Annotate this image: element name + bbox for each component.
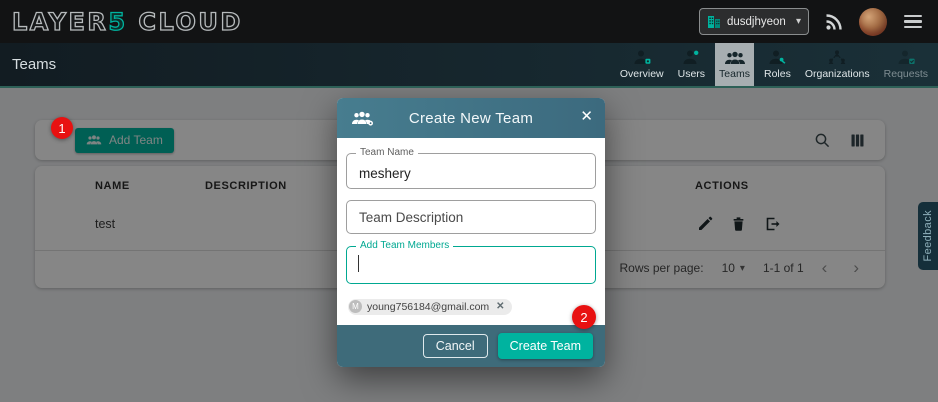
app-window: LAYER5 CLOUD dusdjhyeon ▾ Teams Overview [0,0,938,402]
text-cursor [358,255,359,272]
add-team-members-label: Add Team Members [356,240,453,251]
nav-item-organizations[interactable]: Organizations [801,43,874,86]
org-switcher-dropdown[interactable]: dusdjhyeon ▾ [699,8,809,35]
modal-body: Team Name meshery Team Description Add T… [337,138,605,325]
nav-item-overview[interactable]: Overview [616,43,668,86]
org-switcher-value: dusdjhyeon [727,16,790,28]
add-team-members-field[interactable]: Add Team Members [346,246,596,284]
chip-avatar: M [349,300,362,313]
chevron-down-icon: ▾ [796,16,801,27]
modal-footer: Cancel Create Team [337,325,605,367]
top-bar: LAYER5 CLOUD dusdjhyeon ▾ [0,0,938,43]
modal-title: Create New Team [337,110,605,127]
chip-remove-icon[interactable]: ✕ [494,301,504,312]
layer5-cloud-logo: LAYER5 CLOUD [12,8,243,36]
nav-label: Users [678,68,705,80]
nav-item-users[interactable]: Users [674,43,709,86]
modal-header: Create New Team ✕ [337,98,605,138]
step-2-annotation-badge: 2 [572,305,596,329]
broadcast-icon[interactable] [824,12,844,32]
building-icon [707,14,721,29]
page-title: Teams [0,56,56,73]
requests-person-check-icon [896,49,916,66]
create-team-button[interactable]: Create Team [498,333,593,359]
create-new-team-modal: Create New Team ✕ Team Name meshery Team… [337,98,605,367]
nav-item-roles[interactable]: Roles [760,43,795,86]
nav-item-teams[interactable]: Teams [715,43,754,86]
team-name-value: meshery [347,154,595,181]
close-icon[interactable]: ✕ [580,107,593,125]
nav-label: Roles [764,68,791,80]
logo-layer-text: LAYER [12,8,108,36]
team-description-placeholder: Team Description [347,201,595,225]
nav-items: Overview Users Teams Roles Organizations… [616,43,938,86]
nav-label: Overview [620,68,664,80]
nav-item-requests[interactable]: Requests [880,43,932,86]
feedback-label: Feedback [922,210,934,262]
nav-label: Requests [884,68,928,80]
logo-five-text: 5 [108,8,127,36]
secondary-nav-bar: Teams Overview Users Teams Roles Organiz… [0,43,938,88]
users-icon [681,49,701,66]
teams-group-icon [724,50,746,66]
user-avatar[interactable] [859,8,887,36]
team-name-label: Team Name [356,147,418,158]
roles-person-key-icon [767,49,787,66]
nav-label: Organizations [805,68,870,80]
top-bar-right: dusdjhyeon ▾ [699,8,924,36]
overview-person-icon [632,49,652,66]
feedback-tab[interactable]: Feedback [918,202,938,270]
chip-email: young756184@gmail.com [367,301,489,313]
member-chip[interactable]: M young756184@gmail.com ✕ [348,299,512,315]
team-name-field[interactable]: Team Name meshery [346,153,596,189]
nav-label: Teams [719,68,750,80]
organizations-hierarchy-icon [827,49,847,66]
cancel-button[interactable]: Cancel [423,334,488,358]
team-description-field[interactable]: Team Description [346,200,596,234]
logo-cloud-text: CLOUD [138,8,242,36]
step-1-annotation-badge: 1 [51,117,73,139]
hamburger-menu-icon[interactable] [902,11,924,32]
member-chips: M young756184@gmail.com ✕ [346,296,596,315]
